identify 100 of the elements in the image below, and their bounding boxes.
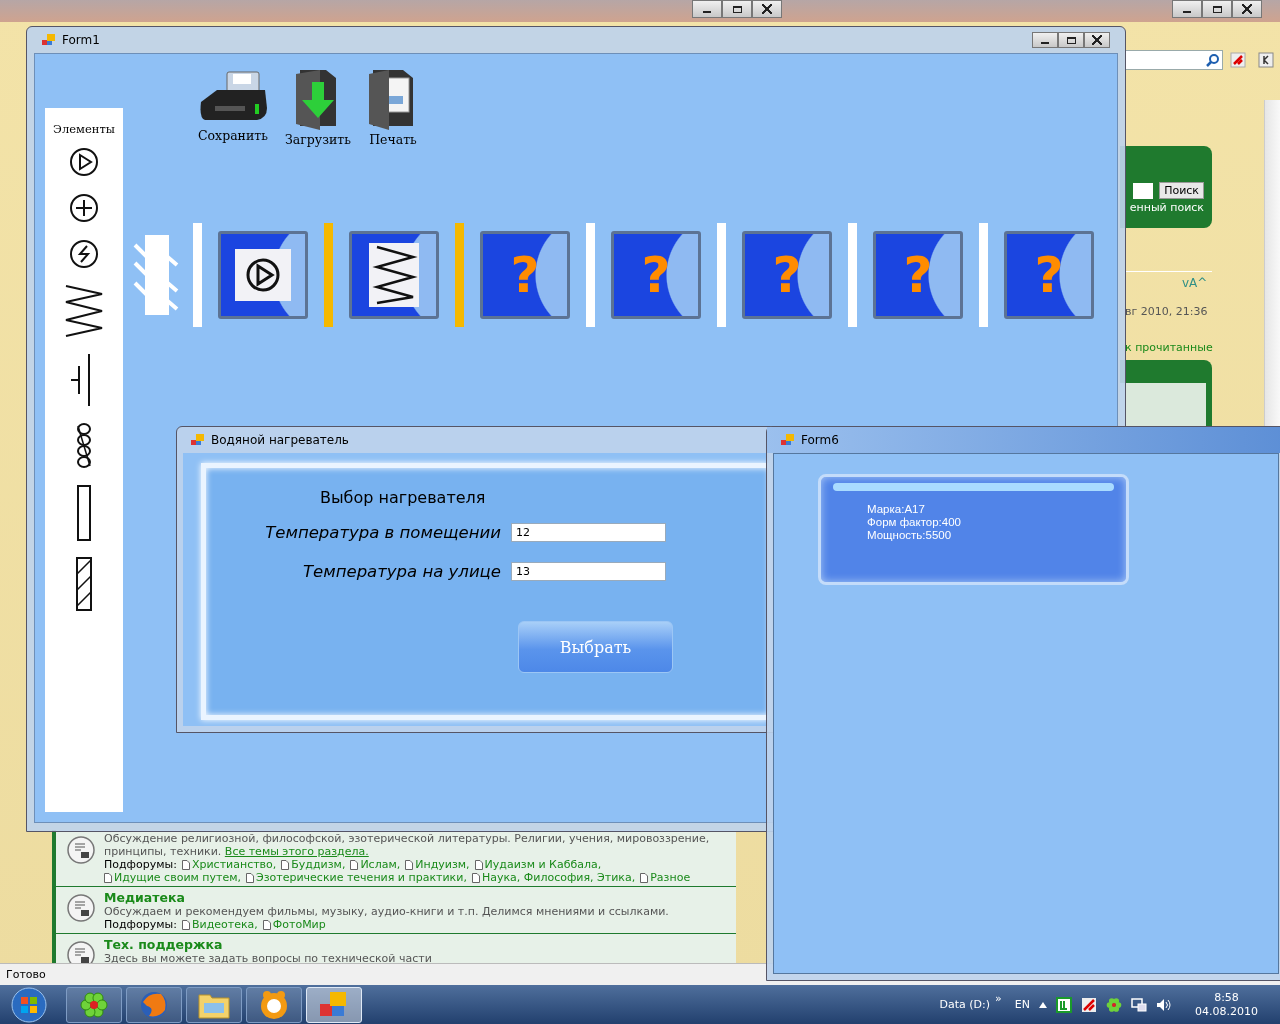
maximize-button[interactable] [722, 0, 752, 18]
page-icon [262, 919, 271, 930]
subforum-link[interactable]: Буддизм, [281, 858, 346, 871]
mark-read-link[interactable]: к прочитанные [1125, 341, 1213, 354]
window-title: Водяной нагреватель [211, 433, 349, 447]
clock[interactable]: 8:58 04.08.2010 [1195, 990, 1258, 1019]
spring-symbol-icon[interactable] [64, 284, 104, 338]
page-icon [474, 859, 483, 870]
tray-app-icon[interactable] [1056, 996, 1072, 1013]
form-icon [320, 991, 348, 1018]
input-field[interactable]: 13 [511, 562, 666, 581]
subforum-link[interactable]: Иудаизм и Каббала, [474, 858, 602, 871]
last-visit-date: вг 2010, 21:36 [1125, 305, 1208, 318]
page-icon [246, 872, 254, 883]
element-slot[interactable]: ? [480, 231, 570, 319]
page-icon [405, 859, 414, 870]
page-icon [640, 872, 649, 883]
toolbar-chevron[interactable]: » [995, 992, 1002, 1005]
media-player-icon [259, 989, 289, 1020]
subforum-link[interactable]: Эзотерические течения и практики, [246, 871, 467, 884]
start-button[interactable] [10, 985, 48, 1024]
unknown-mark: ? [1034, 250, 1064, 300]
resistor-symbol-icon[interactable] [76, 484, 92, 542]
element-slot[interactable] [218, 231, 308, 319]
network-icon[interactable] [1131, 996, 1147, 1013]
page-icon [181, 859, 190, 870]
drive-label[interactable]: Data (D:) [939, 998, 991, 1011]
close-button[interactable] [1232, 0, 1262, 18]
flower-icon[interactable] [1106, 996, 1122, 1013]
element-slot[interactable]: ? [873, 231, 963, 319]
extension-icon[interactable] [1258, 52, 1274, 68]
window-title: Form1 [62, 33, 100, 47]
subforum-link[interactable]: Разное [640, 871, 691, 884]
element-slot[interactable]: ? [742, 231, 832, 319]
hatched-element-icon[interactable] [75, 556, 93, 612]
spring-symbol-icon [369, 243, 419, 307]
field-label: Температура на улице [303, 562, 501, 581]
form-icon [781, 434, 795, 446]
minimize-button[interactable] [1032, 32, 1058, 48]
unknown-mark: ? [772, 250, 802, 300]
taskbar-button[interactable] [246, 986, 302, 1023]
subforum-link[interactable]: Видеотека, [181, 918, 258, 931]
forum-description: Обсуждение религиозной, философской, эзотерической литературы. Религии, учения, мировоззрение, принципы, техники. Все темы этого раздела. [104, 832, 711, 858]
search-icon[interactable] [1206, 53, 1220, 67]
page-icon [104, 872, 112, 883]
toolbar-button[interactable]: Печать [367, 68, 419, 147]
info-text: Марка:A17 [867, 503, 926, 516]
subforum-link[interactable]: Ислам, [350, 858, 401, 871]
subforum-link[interactable]: Индуизм, [405, 858, 470, 871]
unknown-mark: ? [510, 250, 540, 300]
info-text: Мощность:5500 [867, 529, 953, 542]
search-input[interactable] [1133, 182, 1154, 199]
forum-link[interactable]: Все темы этого раздела. [224, 845, 369, 858]
advanced-search-link[interactable]: енный поиск [1129, 201, 1204, 214]
forum-locked-icon [66, 835, 96, 865]
toolbar-button[interactable]: Загрузить [285, 68, 351, 147]
form-icon [191, 434, 205, 446]
palette-title: Элементы [53, 122, 115, 136]
pump-symbol-icon [235, 249, 291, 301]
taskbar-button[interactable] [186, 986, 242, 1023]
subforum-link[interactable]: Наука, Философия, Этика, [471, 871, 636, 884]
lightning-symbol-icon[interactable] [68, 238, 100, 270]
search-field[interactable] [1125, 50, 1223, 70]
shield-icon[interactable] [1230, 52, 1246, 68]
font-size-control[interactable]: vA^ [1182, 276, 1208, 290]
search-button[interactable]: Поиск [1159, 182, 1204, 199]
language-indicator[interactable]: EN [1014, 998, 1030, 1011]
element-slot[interactable]: ? [1004, 231, 1094, 319]
page-icon [181, 919, 190, 930]
forum-title[interactable]: Тех. поддержка [104, 937, 734, 952]
forum-description: Обсуждаем и рекомендуем фильмы, музыку, аудио-книги и т.п. Делимся мнениями и ссылками. [104, 905, 670, 918]
page-icon [350, 859, 359, 870]
page-icon [281, 859, 290, 870]
element-slot[interactable] [349, 231, 439, 319]
plus-symbol-icon[interactable] [68, 192, 100, 224]
subforum-link[interactable]: Христианство, [181, 858, 277, 871]
form-icon [42, 34, 56, 46]
unknown-mark: ? [903, 250, 933, 300]
maximize-button[interactable] [1058, 32, 1084, 48]
close-button[interactable] [1084, 32, 1110, 48]
up-arrow-icon[interactable] [1039, 1001, 1047, 1008]
minimize-button[interactable] [1172, 0, 1202, 18]
forum-title[interactable]: Медиатека [104, 890, 734, 905]
pump-symbol-icon[interactable] [68, 146, 100, 178]
subforum-link[interactable]: ФотоМир [262, 918, 326, 931]
subforum-link[interactable]: Идущие своим путем, [104, 871, 241, 884]
select-button[interactable]: Выбрать [518, 621, 673, 673]
toolbar-button[interactable]: Сохранить [197, 68, 269, 147]
input-field[interactable]: 12 [511, 523, 666, 542]
shield-icon[interactable] [1081, 996, 1097, 1013]
info-text: Форм фактор:400 [867, 516, 962, 529]
element-slot[interactable]: ? [611, 231, 701, 319]
minimize-button[interactable] [692, 0, 722, 18]
subforums-label: Подфорумы: [104, 918, 177, 931]
maximize-button[interactable] [1202, 0, 1232, 18]
unknown-mark: ? [641, 250, 671, 300]
taskbar-button[interactable] [66, 986, 122, 1023]
coil-symbol-icon[interactable] [74, 422, 94, 470]
close-button[interactable] [752, 0, 782, 18]
window-title: Form6 [801, 433, 839, 447]
